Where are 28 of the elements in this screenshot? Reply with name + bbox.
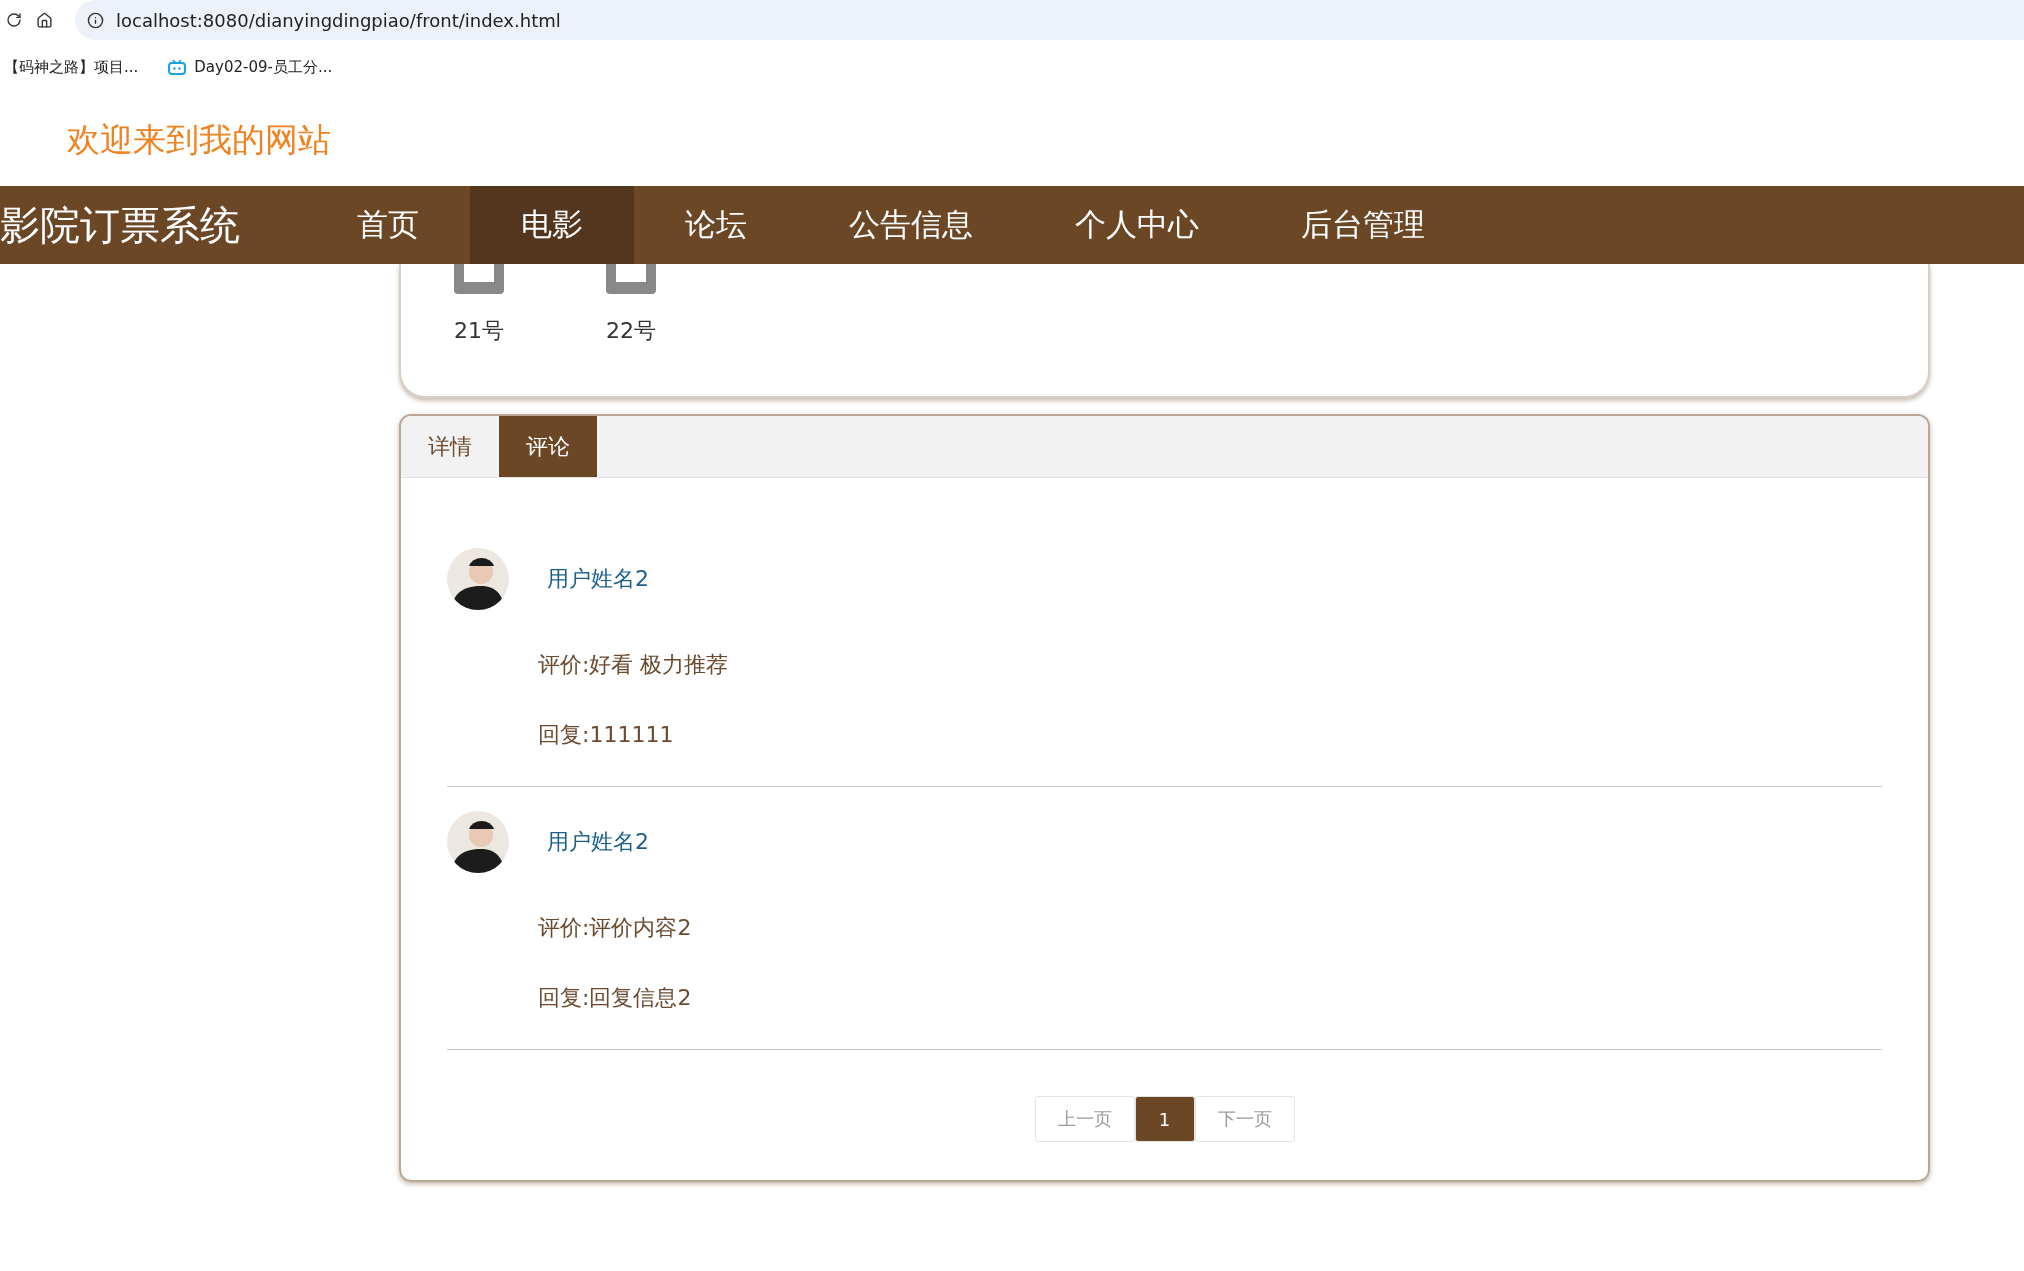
user-name: 用户姓名2 <box>547 828 649 856</box>
seat-label: 22号 <box>606 317 656 345</box>
bookmark[interactable]: 【码神之路】项目... <box>4 57 139 77</box>
armchair-icon <box>606 264 656 296</box>
tab[interactable]: 评论 <box>499 416 597 477</box>
reload-icon[interactable] <box>6 12 22 28</box>
review-text: 评价:评价内容2 <box>538 914 693 942</box>
nav-link[interactable]: 个人中心 <box>1024 186 1250 264</box>
nav-link[interactable]: 电影 <box>470 186 634 264</box>
seat-label: 21号 <box>454 317 504 345</box>
info-icon[interactable] <box>87 11 104 29</box>
nav-link[interactable]: 论坛 <box>634 186 798 264</box>
reply-text: 回复:回复信息2 <box>538 984 693 1012</box>
nav-link[interactable]: 公告信息 <box>798 186 1024 264</box>
tv-icon <box>168 59 187 75</box>
user-name: 用户姓名2 <box>547 565 649 593</box>
review-text: 评价:好看 极力推荐 <box>538 651 730 679</box>
address-bar[interactable]: localhost:8080/dianyingdingpiao/front/index.html <box>75 0 2024 40</box>
nav-link[interactable]: 后台管理 <box>1250 186 1476 264</box>
welcome-heading: 欢迎来到我的网站 <box>66 118 332 161</box>
bookmark[interactable]: Day02-09-员工分... <box>168 57 333 77</box>
page-button[interactable]: 1 <box>1134 1096 1195 1142</box>
site-title: 影院订票系统 <box>0 200 241 250</box>
reply-text: 回复:111111 <box>538 721 675 749</box>
tab[interactable]: 详情 <box>401 416 499 477</box>
home-icon[interactable] <box>36 11 53 29</box>
armchair-icon <box>454 264 504 296</box>
nav-link[interactable]: 首页 <box>306 186 470 264</box>
